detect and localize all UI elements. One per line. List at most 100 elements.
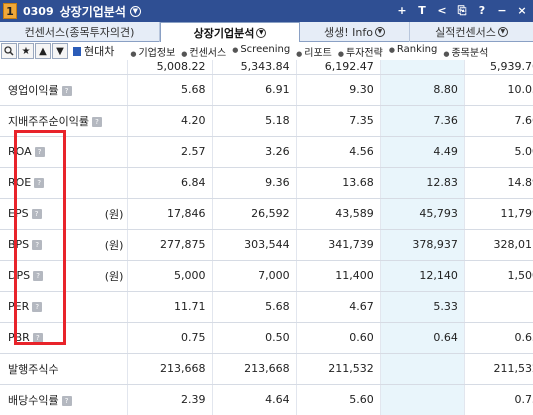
value-cell: 11,799	[463, 198, 533, 230]
table-row: 배당수익률? 2.39 4.64 5.60 0.73	[0, 384, 533, 415]
value-cell: 8.80	[379, 74, 465, 106]
info-icon[interactable]: ?	[34, 178, 45, 188]
link-company-info[interactable]: 기업정보	[130, 44, 175, 59]
info-icon[interactable]: ?	[91, 116, 102, 127]
value-cell: 5.00	[463, 136, 533, 168]
link-stock-analysis[interactable]: 종목분석	[443, 44, 488, 59]
next-stock-icon[interactable]: ▼	[52, 43, 68, 59]
unit-label	[92, 384, 128, 415]
search-icon[interactable]	[1, 43, 17, 59]
row-label: EPS?	[0, 198, 93, 230]
value-cell: 14.89	[463, 167, 533, 199]
tab-bar: 컨센서스(종목투자의견) 상장기업분석 ▼ 생생! Info ▼ 실적컨센서스 ▼	[0, 22, 533, 43]
value-cell: 7.36	[379, 105, 465, 137]
table-row: BPS? (원) 277,875 303,544 341,739 378,937…	[0, 229, 533, 261]
value-cell: 5.18	[211, 105, 297, 137]
window-title: 상장기업분석	[59, 4, 126, 19]
row-label: 지배주주순이익률?	[0, 105, 102, 137]
prev-stock-icon[interactable]: ▲	[35, 43, 51, 59]
link-ranking[interactable]: Ranking	[389, 44, 437, 59]
value-cell: 2.57	[127, 136, 213, 168]
value-cell: 5.68	[127, 74, 213, 106]
value-cell: 5.68	[211, 291, 297, 323]
value-cell: 6,192.47	[295, 60, 381, 75]
link-strategy[interactable]: 투자전략	[338, 44, 383, 59]
screen-code: 0309	[23, 4, 54, 18]
tab-earnings-consensus[interactable]: 실적컨센서스 ▼	[410, 22, 533, 42]
link-screening[interactable]: Screening	[232, 44, 290, 59]
tab-company-analysis[interactable]: 상장기업분석 ▼	[160, 22, 300, 43]
tab-live-info[interactable]: 생생! Info ▼	[300, 22, 410, 42]
text-size-icon[interactable]: T	[415, 3, 429, 18]
value-cell	[379, 353, 465, 385]
unit-label	[92, 322, 128, 354]
title-dropdown-icon[interactable]: ▼	[129, 5, 141, 17]
sub-menu-links: 기업정보 컨센서스 Screening 리포트 투자전략 Ranking 종목분…	[130, 44, 488, 59]
value-cell: 5,343.84	[211, 60, 297, 75]
value-cell: 10.03	[463, 74, 533, 106]
tab-dropdown-icon[interactable]: ▼	[256, 28, 267, 38]
unit-label: (원)	[92, 260, 128, 292]
row-label: 발행주식수	[0, 353, 93, 385]
value-cell: 211,532	[295, 353, 381, 385]
table-row: 5,008.22 5,343.84 6,192.47 5,939.76	[0, 60, 533, 75]
info-icon[interactable]: ?	[33, 271, 44, 281]
info-icon[interactable]: ?	[32, 302, 43, 312]
value-cell: 43,589	[295, 198, 381, 230]
value-cell	[379, 60, 465, 75]
value-cell: 13.68	[295, 167, 381, 199]
value-cell: 11.71	[127, 291, 213, 323]
info-icon[interactable]: ?	[34, 147, 45, 157]
share-icon[interactable]: <	[435, 3, 449, 18]
table-row: PBR? 0.75 0.50 0.60 0.64 0.63	[0, 322, 533, 354]
value-cell: 45,793	[379, 198, 465, 230]
info-icon[interactable]: ?	[61, 85, 72, 96]
value-cell: 378,937	[379, 229, 465, 261]
tab-dropdown-icon[interactable]: ▼	[497, 27, 508, 37]
unit-label	[92, 74, 128, 106]
info-icon[interactable]: ?	[32, 333, 43, 343]
table-row: DPS? (원) 5,000 7,000 11,400 12,140 1,500	[0, 260, 533, 292]
value-cell: 17,846	[127, 198, 213, 230]
row-label: BPS?	[0, 229, 93, 261]
tab-dropdown-icon[interactable]: ▼	[374, 27, 385, 37]
value-cell: 26,592	[211, 198, 297, 230]
value-cell: 4.64	[211, 384, 297, 415]
value-cell: 211,532	[463, 353, 533, 385]
value-cell: 0.50	[211, 322, 297, 354]
link-report[interactable]: 리포트	[296, 44, 332, 59]
minimize-icon[interactable]: −	[495, 3, 509, 18]
value-cell: 5.60	[295, 384, 381, 415]
info-icon[interactable]: ?	[31, 209, 42, 219]
value-cell: 11,400	[295, 260, 381, 292]
info-icon[interactable]: ?	[32, 240, 43, 250]
value-cell: 5,939.76	[463, 60, 533, 75]
value-cell: 7.66	[463, 105, 533, 137]
value-cell: 12.83	[379, 167, 465, 199]
value-cell: 7,000	[211, 260, 297, 292]
close-icon[interactable]: ×	[515, 3, 529, 18]
unit-label	[92, 167, 128, 199]
value-cell: 328,011	[463, 229, 533, 261]
value-cell: 9.30	[295, 74, 381, 106]
value-cell: 6.84	[127, 167, 213, 199]
value-cell: 213,668	[211, 353, 297, 385]
row-label: 영업이익률?	[0, 74, 93, 106]
add-icon[interactable]: +	[395, 3, 409, 18]
unit-label: (원)	[92, 198, 128, 230]
help-icon[interactable]: ?	[475, 3, 489, 18]
link-consensus[interactable]: 컨센서스	[181, 44, 226, 59]
tab-consensus-opinion[interactable]: 컨센서스(종목투자의견)	[0, 22, 160, 42]
row-label: DPS?	[0, 260, 93, 292]
value-cell: 4.20	[127, 105, 213, 137]
copy-icon[interactable]: ⎘	[455, 3, 469, 18]
stock-name[interactable]: 현대차	[73, 43, 114, 59]
value-cell: 5.33	[379, 291, 465, 323]
value-cell: 4.49	[379, 136, 465, 168]
table-row: ROE? 6.84 9.36 13.68 12.83 14.89	[0, 167, 533, 199]
info-icon[interactable]: ?	[61, 395, 72, 406]
row-label	[0, 60, 93, 75]
toolbar: ★ ▲ ▼ 현대차 기업정보 컨센서스 Screening 리포트 투자전략 R…	[0, 42, 533, 60]
favorite-star-icon[interactable]: ★	[18, 43, 34, 59]
window-controls: + T < ⎘ ? − ×	[395, 3, 529, 18]
